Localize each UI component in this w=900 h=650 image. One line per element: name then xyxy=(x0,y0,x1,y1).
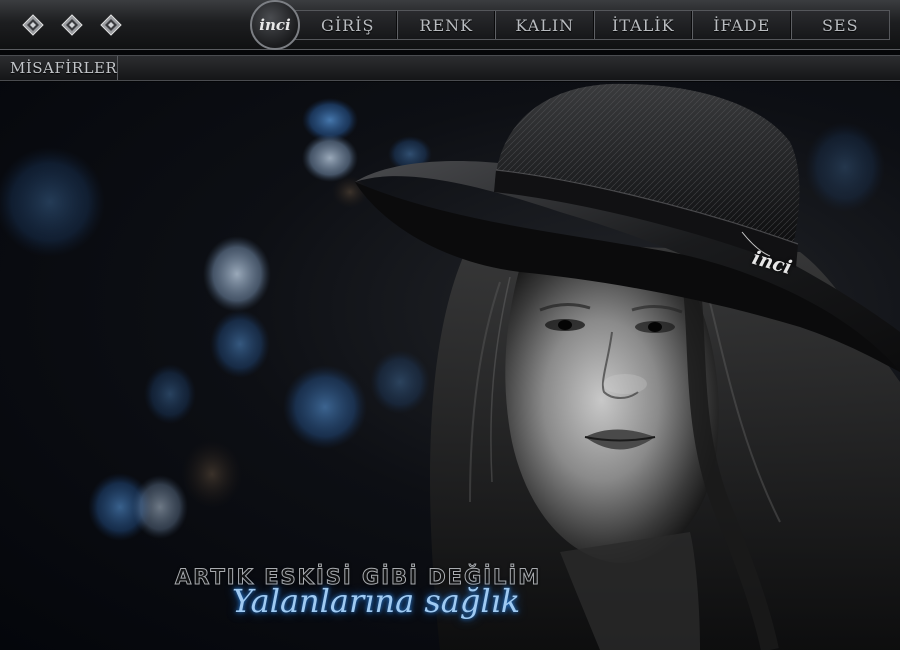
menu-item-italik[interactable]: İTALİK xyxy=(595,11,693,39)
banner-subtitle: Yalanlarına sağlık xyxy=(232,582,521,620)
guests-tab[interactable]: MİSAFİRLER xyxy=(0,56,118,80)
top-toolbar: GİRİŞ RENK KALIN İTALİK İFADE SES inci xyxy=(0,0,900,50)
banner-image: inci ARTIK ESKİSİ GİBİ DEĞİLİM Yalanları… xyxy=(0,82,900,650)
menu-item-ifade[interactable]: İFADE xyxy=(693,11,792,39)
logo-badge[interactable]: inci xyxy=(250,0,300,50)
diamond-icon[interactable] xyxy=(20,12,45,37)
menu-item-renk[interactable]: RENK xyxy=(398,11,496,39)
main-menu: GİRİŞ RENK KALIN İTALİK İFADE SES xyxy=(284,10,890,40)
menu-item-giris[interactable]: GİRİŞ xyxy=(285,11,398,39)
logo-text: inci xyxy=(259,16,291,34)
guest-bar: MİSAFİRLER xyxy=(0,55,900,81)
window-controls xyxy=(20,12,123,37)
menu-item-kalin[interactable]: KALIN xyxy=(496,11,595,39)
menu-item-ses[interactable]: SES xyxy=(792,11,890,39)
diamond-icon[interactable] xyxy=(98,12,123,37)
diamond-icon[interactable] xyxy=(59,12,84,37)
